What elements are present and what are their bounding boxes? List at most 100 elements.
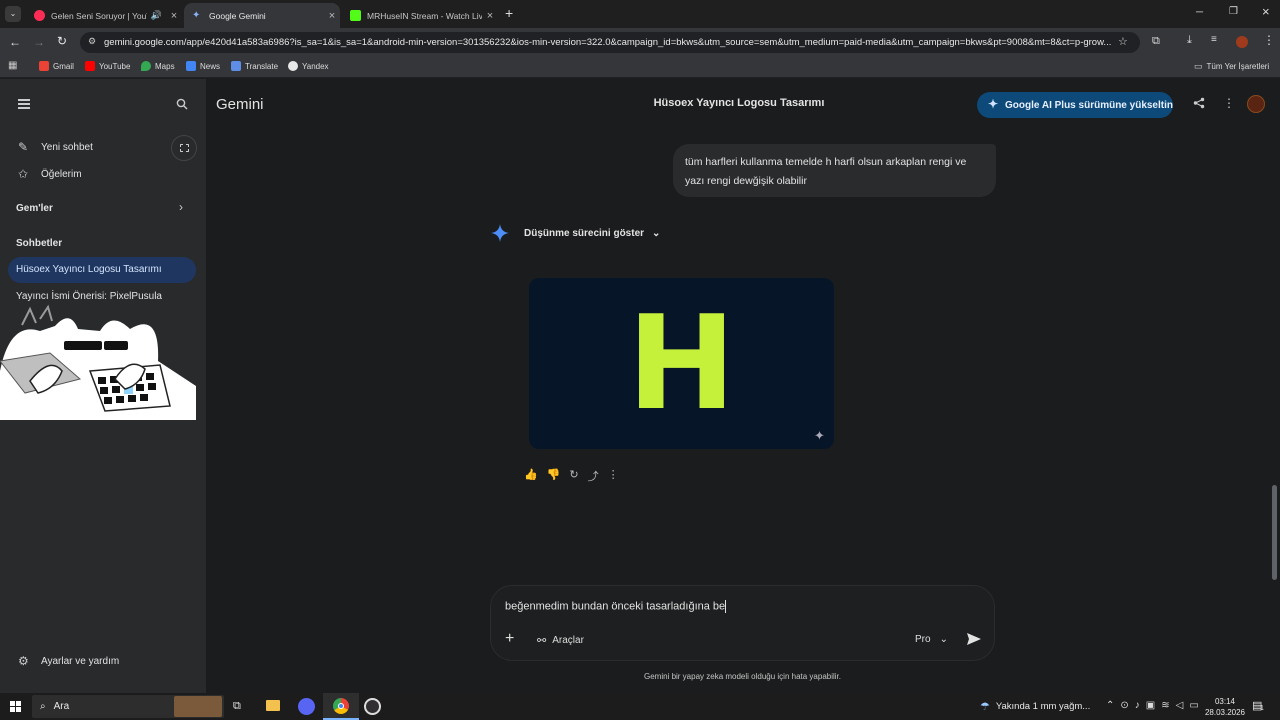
thumbs-up-icon[interactable]: 👍 xyxy=(524,468,538,484)
back-icon[interactable]: ← xyxy=(9,35,21,49)
bookmark-yandex[interactable]: Yandex xyxy=(288,61,329,71)
bookmark-gmail[interactable]: Gmail xyxy=(39,61,74,71)
extensions-icon[interactable]: ⧉ xyxy=(1152,35,1160,48)
address-bar[interactable]: ⚙ gemini.google.com/app/e420d41a583a6986… xyxy=(80,32,1140,53)
bookmark-star-icon[interactable]: ☆ xyxy=(1118,35,1128,48)
prompt-input[interactable]: beğenmedim bundan önceki tasarladığına b… xyxy=(505,600,975,618)
close-tab-icon[interactable]: × xyxy=(166,10,182,22)
all-bookmarks[interactable]: ▭ Tüm Yer İşaretleri xyxy=(1194,61,1269,72)
add-attachment-icon[interactable]: + xyxy=(505,630,514,648)
taskbar-search[interactable]: ⌕ Ara xyxy=(32,695,224,718)
youtube-icon xyxy=(85,61,95,71)
send-icon[interactable] xyxy=(967,633,981,645)
file-explorer-icon[interactable] xyxy=(266,700,280,711)
tab-gemini[interactable]: ✦ Google Gemini × xyxy=(184,3,340,28)
audio-icon[interactable]: 🔊 xyxy=(151,10,162,21)
translate-icon xyxy=(231,61,241,71)
tab-search-button[interactable]: ⌄ xyxy=(5,6,21,22)
chats-heading: Sohbetler xyxy=(16,238,63,249)
profile-avatar[interactable] xyxy=(1236,36,1248,48)
new-tab-icon[interactable]: + xyxy=(505,5,513,21)
restore-icon[interactable]: ❐ xyxy=(1229,6,1238,17)
more-actions-icon[interactable]: ⋮ xyxy=(608,468,619,484)
gemini-sparkle-icon: ✦ xyxy=(192,10,201,21)
maps-icon xyxy=(141,61,151,71)
more-options-icon[interactable]: ⋮ xyxy=(1223,96,1235,110)
browser-tab-strip: ⌄ Gelen Seni Soruyor | YouTube 🔊 × ✦ Goo… xyxy=(0,0,1280,28)
tab-youtube[interactable]: Gelen Seni Soruyor | YouTube 🔊 × xyxy=(26,3,182,28)
bookmark-maps[interactable]: Maps xyxy=(141,61,175,71)
search-icon: ⌕ xyxy=(40,701,46,712)
chat-item-active[interactable]: Hüsoex Yayıncı Logosu Tasarımı xyxy=(8,257,196,283)
user-message: tüm harfleri kullanma temelde h harfi ol… xyxy=(673,144,996,197)
news-icon xyxy=(186,61,196,71)
chevron-up-icon: ⌃ xyxy=(1106,700,1115,711)
thumbs-down-icon[interactable]: 👎 xyxy=(547,468,561,484)
gemini-sidebar: ✎ Yeni sohbet ✩ Öğelerim Gem'ler › Sohbe… xyxy=(0,79,206,693)
tray-icons[interactable]: ⌃ ⊙ ♪ ▣ ≋ ◁ ▭ xyxy=(1106,700,1199,711)
my-items[interactable]: ✩ Öğelerim xyxy=(18,167,82,181)
chevron-down-icon: ⌄ xyxy=(939,634,948,645)
forward-icon[interactable]: → xyxy=(33,35,45,49)
speaker-icon: ◁ xyxy=(1175,700,1184,711)
gems-section[interactable]: Gem'ler xyxy=(16,203,53,214)
share-icon[interactable] xyxy=(1193,97,1205,109)
microphone-icon: ♪ xyxy=(1134,700,1140,711)
regenerate-icon[interactable]: ↻ xyxy=(569,468,578,484)
bookmark-news[interactable]: News xyxy=(186,61,220,71)
cat-typing-sticker xyxy=(0,301,196,420)
weather-widget[interactable]: ☂ Yakında 1 mm yağm... xyxy=(980,700,1090,713)
network-icon: ≋ xyxy=(1161,700,1170,711)
sparkle-icon: ✦ xyxy=(988,97,999,111)
tab-stream[interactable]: MRHuseIN Stream - Watch Live × xyxy=(342,3,498,28)
chevron-right-icon[interactable]: › xyxy=(179,200,183,214)
notification-icon[interactable]: ▤ 1 xyxy=(1252,699,1264,712)
account-avatar[interactable] xyxy=(1247,95,1265,113)
apps-grid-icon[interactable]: ▦ xyxy=(8,60,17,71)
tab-title: Gelen Seni Soruyor | YouTube xyxy=(51,10,147,21)
screen-icon: ▣ xyxy=(1145,700,1156,711)
chat-scrollbar[interactable] xyxy=(1272,485,1277,580)
kick-icon xyxy=(350,10,361,21)
minimize-icon[interactable]: ─ xyxy=(1196,7,1203,18)
tab-title: MRHuseIN Stream - Watch Live xyxy=(367,10,482,21)
clock[interactable]: 03:14 28.03.2026 xyxy=(1200,696,1250,718)
windows-taskbar: ⌕ Ara ⧉ ☂ Yakında 1 mm yağm... ⌃ ⊙ ♪ ▣ ≋… xyxy=(0,693,1280,720)
site-info-icon[interactable]: ⚙ xyxy=(88,36,96,47)
close-window-icon[interactable]: × xyxy=(1262,4,1270,19)
chrome-icon[interactable] xyxy=(323,693,359,720)
edit-icon: ✎ xyxy=(18,140,29,154)
gmail-icon xyxy=(39,61,49,71)
generated-logo-image[interactable]: H ✦ xyxy=(529,278,834,449)
task-view-icon[interactable]: ⧉ xyxy=(233,700,241,713)
tray-app-icon: ⊙ xyxy=(1120,700,1129,711)
disclaimer-text: Gemini bir yapay zeka modeli olduğu için… xyxy=(644,672,841,681)
new-chat-item[interactable]: ✎ Yeni sohbet xyxy=(18,140,93,154)
close-tab-icon[interactable]: × xyxy=(324,10,340,22)
windows-start-icon[interactable] xyxy=(10,701,21,712)
bookmark-youtube[interactable]: YouTube xyxy=(85,61,130,71)
share-response-icon[interactable]: ⤴ xyxy=(588,468,599,484)
battery-icon: ▭ xyxy=(1189,700,1199,711)
media-icon[interactable]: ≡ xyxy=(1211,34,1217,45)
response-actions: 👍 👎 ↻ ⤴ ⋮ xyxy=(524,468,619,484)
tools-button[interactable]: ⚯ Araçlar xyxy=(537,634,584,647)
text-cursor xyxy=(725,600,727,613)
bookmark-translate[interactable]: Translate xyxy=(231,61,278,71)
settings-help[interactable]: ⚙ Ayarlar ve yardım xyxy=(18,654,119,668)
reload-icon[interactable]: ↻ xyxy=(57,34,67,48)
obs-icon[interactable] xyxy=(364,698,381,715)
close-tab-icon[interactable]: × xyxy=(482,10,498,22)
gear-icon: ⚙ xyxy=(18,654,29,668)
temporary-chat-icon[interactable] xyxy=(171,135,197,161)
folder-icon: ▭ xyxy=(1194,61,1203,71)
menu-icon[interactable]: ⋮ xyxy=(1263,33,1275,47)
chat-item-label: Hüsoex Yayıncı Logosu Tasarımı xyxy=(16,264,162,275)
discord-icon[interactable] xyxy=(298,698,315,715)
bookmarks-bar: ▦ Gmail YouTube Maps News Translate Yand… xyxy=(0,56,1280,78)
download-icon[interactable]: ⤓ xyxy=(1187,34,1192,47)
model-selector[interactable]: Pro ⌄ xyxy=(915,634,948,645)
search-highlight-image xyxy=(174,696,222,717)
upgrade-button[interactable]: ✦ Google AI Plus sürümüne yükseltin xyxy=(977,92,1173,118)
show-thinking-toggle[interactable]: Düşünme sürecini göster ⌄ xyxy=(524,228,660,239)
